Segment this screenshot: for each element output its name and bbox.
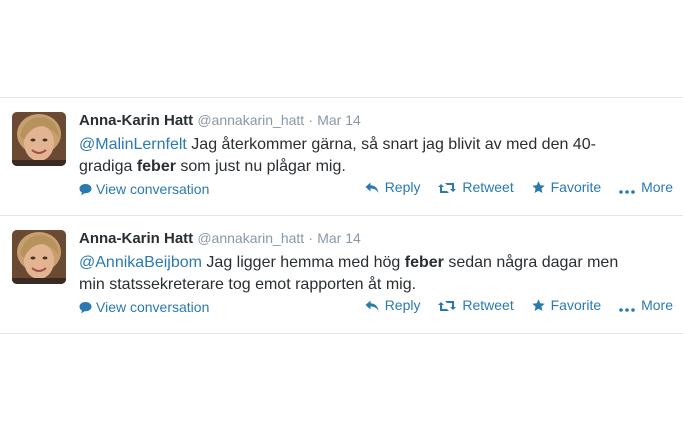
mention-link[interactable]: @AnnikaBeijbom: [79, 254, 202, 271]
retweet-label: Retweet: [462, 297, 514, 313]
avatar[interactable]: [12, 112, 66, 166]
tweet-header: Anna-Karin Hatt @annakarin_hatt · Mar 14: [79, 110, 675, 131]
star-icon: [531, 178, 545, 200]
favorite-label: Favorite: [550, 297, 602, 313]
more-dots-icon: [619, 296, 635, 318]
tweet-text-bold: feber: [136, 158, 176, 175]
avatar[interactable]: [12, 230, 66, 284]
speech-bubble-icon: [79, 298, 92, 320]
author-username[interactable]: @annakarin_hatt: [197, 112, 304, 128]
tweet-feed: Anna-Karin Hatt @annakarin_hatt · Mar 14…: [0, 97, 683, 334]
retweet-icon: [438, 296, 457, 318]
reply-label: Reply: [384, 297, 421, 313]
view-conversation-link[interactable]: View conversation: [79, 178, 209, 202]
author-name[interactable]: Anna-Karin Hatt: [79, 112, 193, 129]
tweet: Anna-Karin Hatt @annakarin_hatt · Mar 14…: [0, 97, 683, 215]
retweet-button[interactable]: Retweet: [438, 176, 514, 200]
tweet: Anna-Karin Hatt @annakarin_hatt · Mar 14…: [0, 215, 683, 334]
timestamp[interactable]: Mar 14: [317, 112, 361, 128]
view-conversation-link[interactable]: View conversation: [79, 296, 209, 320]
reply-button[interactable]: Reply: [365, 294, 421, 318]
more-button[interactable]: More: [619, 294, 673, 318]
speech-bubble-icon: [79, 180, 92, 202]
tweet-text: @AnnikaBeijbom Jag ligger hemma med hög …: [79, 252, 639, 296]
tweet-footer: View conversation Reply Retweet Favorite…: [79, 296, 673, 318]
tweet-content: Anna-Karin Hatt @annakarin_hatt · Mar 14…: [79, 110, 675, 178]
tweet-footer: View conversation Reply Retweet Favorite…: [79, 178, 673, 200]
reply-arrow-icon: [365, 178, 379, 200]
view-conversation-label: View conversation: [96, 181, 210, 197]
tweet-content: Anna-Karin Hatt @annakarin_hatt · Mar 14…: [79, 228, 675, 296]
tweet-text: @MalinLernfelt Jag återkommer gärna, så …: [79, 134, 639, 178]
more-label: More: [641, 179, 673, 195]
reply-label: Reply: [384, 179, 421, 195]
retweet-button[interactable]: Retweet: [438, 294, 514, 318]
reply-arrow-icon: [365, 296, 379, 318]
author-username[interactable]: @annakarin_hatt: [197, 230, 304, 246]
retweet-icon: [438, 178, 457, 200]
star-icon: [531, 296, 545, 318]
tweet-text-part: Jag ligger hemma med hög: [201, 254, 405, 271]
mention-link[interactable]: @MalinLernfelt: [79, 136, 187, 153]
view-conversation-label: View conversation: [96, 299, 210, 315]
separator: ·: [308, 112, 314, 128]
more-dots-icon: [619, 178, 635, 200]
author-name[interactable]: Anna-Karin Hatt: [79, 230, 193, 247]
favorite-button[interactable]: Favorite: [531, 294, 602, 318]
more-label: More: [641, 297, 673, 313]
favorite-label: Favorite: [550, 179, 602, 195]
tweet-text-part: som just nu plågar mig.: [175, 158, 346, 175]
reply-button[interactable]: Reply: [365, 176, 421, 200]
tweet-actions: Reply Retweet Favorite More: [351, 176, 673, 200]
tweet-text-bold: feber: [404, 254, 444, 271]
more-button[interactable]: More: [619, 176, 673, 200]
timestamp[interactable]: Mar 14: [317, 230, 361, 246]
tweet-header: Anna-Karin Hatt @annakarin_hatt · Mar 14: [79, 228, 675, 249]
tweet-actions: Reply Retweet Favorite More: [351, 294, 673, 318]
retweet-label: Retweet: [462, 179, 514, 195]
separator: ·: [308, 230, 314, 246]
favorite-button[interactable]: Favorite: [531, 176, 602, 200]
